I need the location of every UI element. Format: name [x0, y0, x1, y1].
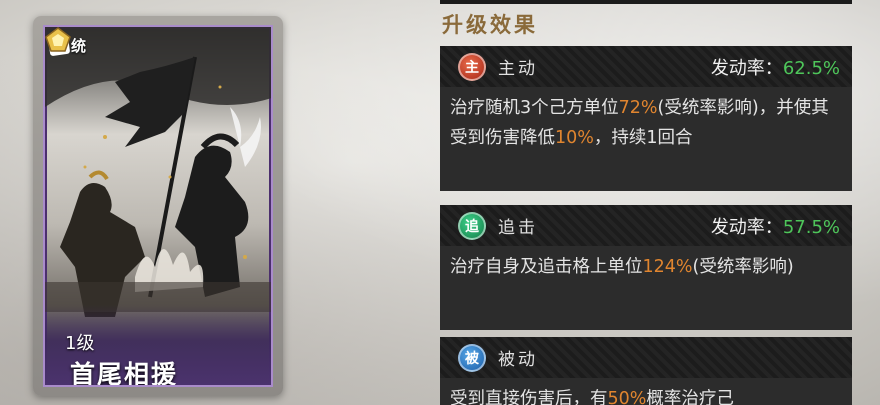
desc-text: ，持续1回合 — [593, 128, 693, 148]
pursuit-skill-icon: 追 — [458, 211, 486, 240]
desc-highlight: 10% — [555, 128, 594, 148]
skill-description: 治疗随机3个己方单位72%(受统率影响)，并使其受到伤害降低10%，持续1回合 — [440, 87, 852, 191]
skill-type: 追击 — [498, 218, 538, 238]
panel-top-bar — [440, 0, 852, 4]
gold-pentagon-gem-icon — [45, 27, 71, 52]
skill-card[interactable]: S 统 1级 首尾相援 — [33, 16, 283, 396]
skill-header: 被 被动 — [440, 337, 852, 378]
trigger-rate: 发动率：57.5% — [711, 213, 840, 239]
rate-value: 62.5% — [782, 57, 840, 79]
rate-value: 57.5% — [782, 216, 840, 238]
skill-header: 主 主动 发动率：62.5% — [440, 46, 852, 87]
tier-label: 统 — [71, 36, 87, 55]
desc-text: (受统率影响) — [692, 257, 794, 277]
card-name: 首尾相援 — [70, 360, 179, 387]
card-level: 1级 — [65, 333, 95, 354]
skill-description: 受到直接伤害后，有50%概率治疗己 — [440, 378, 852, 405]
skill-type: 主动 — [498, 59, 538, 79]
passive-skill-icon: 被 — [458, 343, 486, 372]
trigger-rate: 发动率：62.5% — [711, 54, 840, 80]
upgrade-effects-panel: 升级效果 主 主动 发动率：62.5% 治疗随机3个己方单位72%(受统率影响)… — [440, 0, 853, 405]
desc-text: 治疗自身及追击格上单位 — [450, 257, 643, 277]
skill-block-active: 主 主动 发动率：62.5% 治疗随机3个己方单位72%(受统率影响)，并使其受… — [440, 46, 852, 191]
desc-text: 治疗随机3个己方单位 — [450, 98, 619, 118]
skill-type: 被动 — [498, 350, 538, 370]
desc-text: 概率治疗己 — [646, 389, 734, 405]
desc-highlight: 124% — [642, 257, 693, 277]
rate-label: 发动率： — [710, 57, 783, 79]
card-artwork: S 统 1级 首尾相援 — [43, 25, 273, 387]
skill-description: 治疗自身及追击格上单位124%(受统率影响) — [440, 246, 852, 330]
active-skill-icon: 主 — [458, 52, 486, 81]
desc-highlight: 72% — [618, 98, 658, 118]
skill-header: 追 追击 发动率：57.5% — [440, 205, 852, 246]
rate-label: 发动率： — [710, 216, 783, 238]
section-title: 升级效果 — [442, 13, 538, 37]
desc-text: 受到直接伤害后，有 — [450, 389, 608, 405]
skill-block-pursuit: 追 追击 发动率：57.5% 治疗自身及追击格上单位124%(受统率影响) — [440, 205, 852, 330]
desc-highlight: 50% — [607, 389, 647, 405]
skill-block-passive: 被 被动 受到直接伤害后，有50%概率治疗己 — [440, 337, 852, 405]
